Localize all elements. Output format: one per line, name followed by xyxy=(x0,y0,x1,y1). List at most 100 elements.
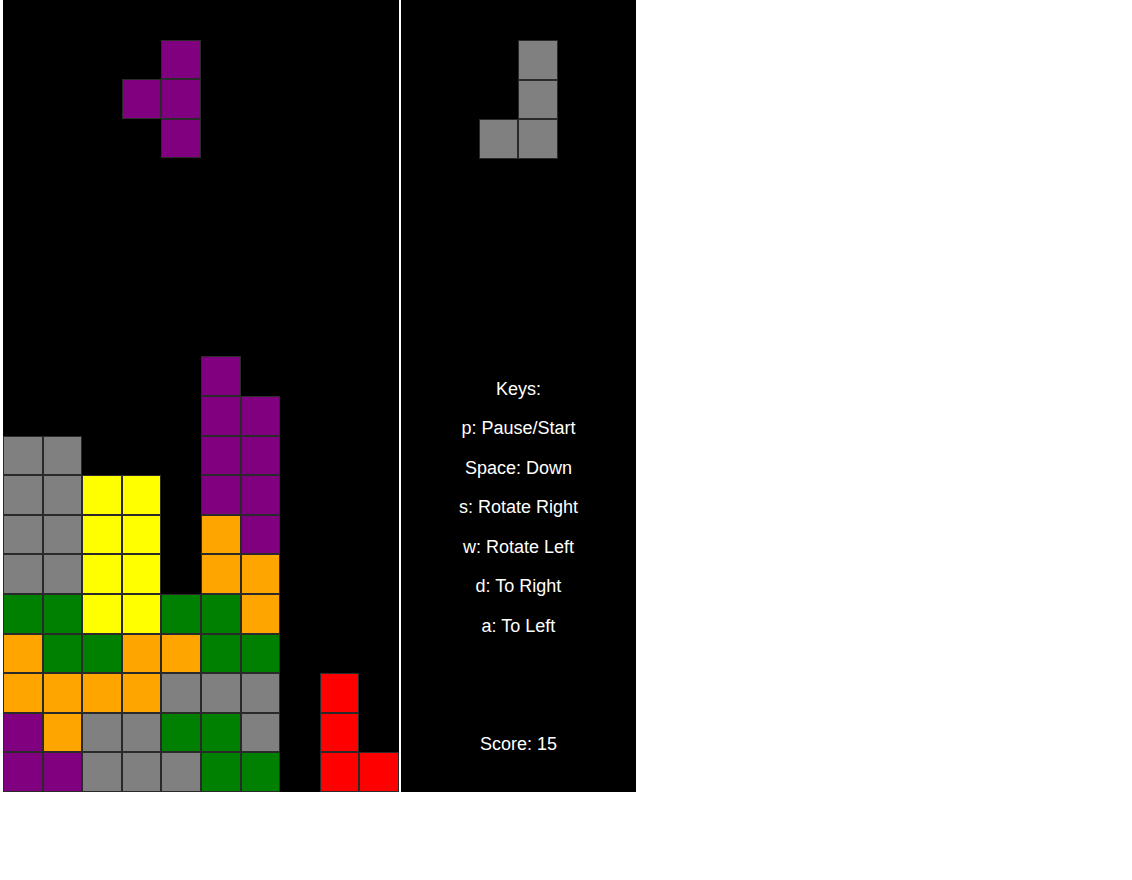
empty-cell xyxy=(241,119,281,159)
empty-cell xyxy=(82,277,122,317)
block-cell xyxy=(3,436,43,476)
empty-cell xyxy=(280,158,320,198)
next-piece-preview xyxy=(479,40,558,159)
empty-cell xyxy=(320,356,360,396)
empty-cell xyxy=(359,40,399,80)
block-cell xyxy=(82,634,122,674)
key-item: d: To Right xyxy=(476,567,562,607)
block-cell xyxy=(161,752,201,792)
empty-cell xyxy=(241,277,281,317)
block-cell xyxy=(82,475,122,515)
block-cell xyxy=(122,475,162,515)
block-cell xyxy=(161,713,201,753)
empty-cell xyxy=(320,40,360,80)
empty-cell xyxy=(241,317,281,357)
empty-cell xyxy=(320,198,360,238)
empty-cell xyxy=(280,238,320,278)
empty-cell xyxy=(201,79,241,119)
game-board xyxy=(3,0,399,792)
empty-cell xyxy=(82,79,122,119)
block-cell xyxy=(82,752,122,792)
empty-cell xyxy=(43,0,83,40)
empty-cell xyxy=(122,198,162,238)
empty-cell xyxy=(122,158,162,198)
block-cell xyxy=(43,673,83,713)
empty-cell xyxy=(359,79,399,119)
block-cell xyxy=(320,673,360,713)
next-piece-cell xyxy=(518,40,558,80)
block-cell xyxy=(3,634,43,674)
block-cell xyxy=(161,594,201,634)
empty-cell xyxy=(3,79,43,119)
keys-legend: Keys:p: Pause/StartSpace: Downs: Rotate … xyxy=(459,370,578,647)
block-cell xyxy=(122,554,162,594)
empty-cell xyxy=(359,475,399,515)
active-piece-cell xyxy=(161,40,201,80)
key-item: a: To Left xyxy=(482,607,556,647)
empty-cell xyxy=(359,554,399,594)
empty-cell xyxy=(82,356,122,396)
key-item: s: Rotate Right xyxy=(459,488,578,528)
empty-cell xyxy=(161,436,201,476)
empty-cell xyxy=(241,158,281,198)
empty-cell xyxy=(280,317,320,357)
empty-cell xyxy=(3,0,43,40)
block-cell xyxy=(320,713,360,753)
empty-cell xyxy=(201,277,241,317)
block-cell xyxy=(201,554,241,594)
empty-cell xyxy=(161,396,201,436)
empty-cell xyxy=(201,238,241,278)
empty-cell xyxy=(122,396,162,436)
active-piece-cell xyxy=(161,79,201,119)
empty-cell xyxy=(359,396,399,436)
empty-cell xyxy=(280,752,320,792)
block-cell xyxy=(82,673,122,713)
empty-cell xyxy=(161,515,201,555)
block-cell xyxy=(43,713,83,753)
empty-cell xyxy=(82,396,122,436)
score-label: Score: 15 xyxy=(480,725,557,765)
block-cell xyxy=(122,752,162,792)
block-cell xyxy=(241,396,281,436)
block-cell xyxy=(122,634,162,674)
key-item: p: Pause/Start xyxy=(461,409,575,449)
block-cell xyxy=(201,396,241,436)
block-cell xyxy=(241,436,281,476)
block-cell xyxy=(82,515,122,555)
empty-cell xyxy=(320,396,360,436)
block-cell xyxy=(201,713,241,753)
block-cell xyxy=(3,673,43,713)
empty-cell xyxy=(122,317,162,357)
block-cell xyxy=(161,673,201,713)
block-cell xyxy=(3,752,43,792)
block-cell xyxy=(320,752,360,792)
empty-cell xyxy=(359,158,399,198)
block-cell xyxy=(122,594,162,634)
empty-cell xyxy=(280,79,320,119)
block-cell xyxy=(201,752,241,792)
empty-cell xyxy=(359,594,399,634)
block-cell xyxy=(161,634,201,674)
empty-cell xyxy=(122,0,162,40)
empty-cell xyxy=(82,436,122,476)
empty-cell xyxy=(280,673,320,713)
block-cell xyxy=(201,356,241,396)
block-cell xyxy=(359,752,399,792)
empty-cell xyxy=(280,554,320,594)
empty-cell xyxy=(320,158,360,198)
game-page: Keys:p: Pause/StartSpace: Downs: Rotate … xyxy=(0,0,1132,880)
empty-cell xyxy=(280,40,320,80)
empty-cell xyxy=(320,119,360,159)
empty-cell xyxy=(43,317,83,357)
empty-cell xyxy=(320,436,360,476)
empty-cell xyxy=(359,198,399,238)
empty-cell xyxy=(320,0,360,40)
empty-cell xyxy=(161,198,201,238)
active-piece-cell xyxy=(161,119,201,159)
empty-cell xyxy=(320,277,360,317)
block-cell xyxy=(82,713,122,753)
block-cell xyxy=(241,515,281,555)
block-cell xyxy=(43,475,83,515)
empty-cell xyxy=(359,436,399,476)
empty-cell xyxy=(280,713,320,753)
